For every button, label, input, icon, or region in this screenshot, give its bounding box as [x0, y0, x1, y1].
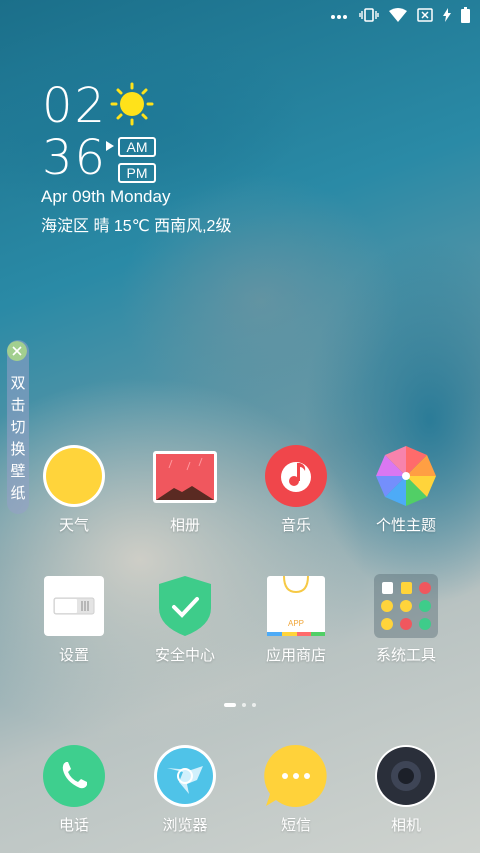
app-weather[interactable]: 天气	[24, 444, 124, 535]
browser-icon	[153, 744, 217, 808]
wallpaper-switch-char: 切	[10, 419, 26, 436]
app-store-icon: APP	[264, 574, 328, 638]
battery-icon	[461, 7, 470, 23]
settings-icon	[42, 574, 106, 638]
clock-hour: 02	[42, 78, 108, 134]
gallery-icon	[152, 444, 218, 508]
theme-icon	[374, 444, 438, 508]
am-label: AM	[118, 137, 156, 157]
app-store-badge: APP	[287, 619, 304, 628]
app-store[interactable]: APP 应用商店	[246, 574, 346, 665]
selected-period-caret	[106, 141, 114, 151]
charging-icon	[443, 8, 451, 22]
music-icon	[264, 444, 328, 508]
folder-system-tools[interactable]: 系统工具	[356, 574, 456, 665]
app-settings[interactable]: 设置	[24, 574, 124, 665]
app-security[interactable]: 安全中心	[135, 574, 235, 665]
app-music[interactable]: 音乐	[246, 444, 346, 535]
pm-label: PM	[118, 163, 156, 183]
dock-browser[interactable]: 浏览器	[135, 744, 235, 835]
no-sim-icon	[417, 8, 433, 22]
wallpaper-switch-char: 击	[10, 397, 26, 414]
weather-text[interactable]: 海淀区 晴 15℃ 西南风,2级	[41, 212, 231, 236]
page-dot-active[interactable]	[224, 703, 236, 707]
app-theme[interactable]: 个性主题	[356, 444, 456, 535]
app-label: 设置	[58, 647, 89, 664]
dock-camera[interactable]: 相机	[356, 744, 456, 835]
app-label: 相册	[169, 517, 200, 534]
weather-icon	[42, 444, 106, 508]
messages-icon	[264, 744, 328, 808]
phone-icon	[42, 744, 106, 808]
app-label: 电话	[58, 817, 89, 834]
dock-messages[interactable]: 短信	[246, 744, 346, 835]
date-text: Apr 09th Monday	[41, 187, 171, 206]
security-icon	[153, 574, 217, 638]
status-bar	[0, 0, 480, 28]
page-dot[interactable]	[252, 703, 256, 707]
page-dot[interactable]	[242, 703, 246, 707]
app-label: 安全中心	[154, 647, 215, 664]
app-label: 浏览器	[162, 817, 208, 834]
wifi-icon	[389, 8, 407, 22]
app-label: 短信	[280, 817, 311, 834]
app-label: 音乐	[280, 517, 311, 534]
app-gallery[interactable]: 相册	[135, 444, 235, 535]
close-icon[interactable]	[7, 341, 27, 361]
dock-phone[interactable]: 电话	[24, 744, 124, 835]
app-label: 应用商店	[265, 647, 326, 664]
sun-icon	[110, 82, 154, 126]
clock-widget[interactable]: 02 36	[42, 78, 108, 184]
camera-icon	[374, 744, 438, 808]
app-label: 相机	[390, 817, 421, 834]
page-indicator	[0, 703, 480, 707]
vibrate-icon	[359, 8, 379, 22]
am-pm-indicator: AM PM	[106, 137, 156, 189]
wallpaper-switch-char: 双	[10, 375, 26, 392]
system-tools-folder-icon	[374, 574, 438, 638]
more-notifications-icon	[331, 6, 349, 24]
app-label: 个性主题	[375, 517, 436, 534]
app-label: 天气	[58, 517, 89, 534]
clock-minute: 36	[42, 130, 108, 186]
app-label: 系统工具	[375, 647, 436, 664]
